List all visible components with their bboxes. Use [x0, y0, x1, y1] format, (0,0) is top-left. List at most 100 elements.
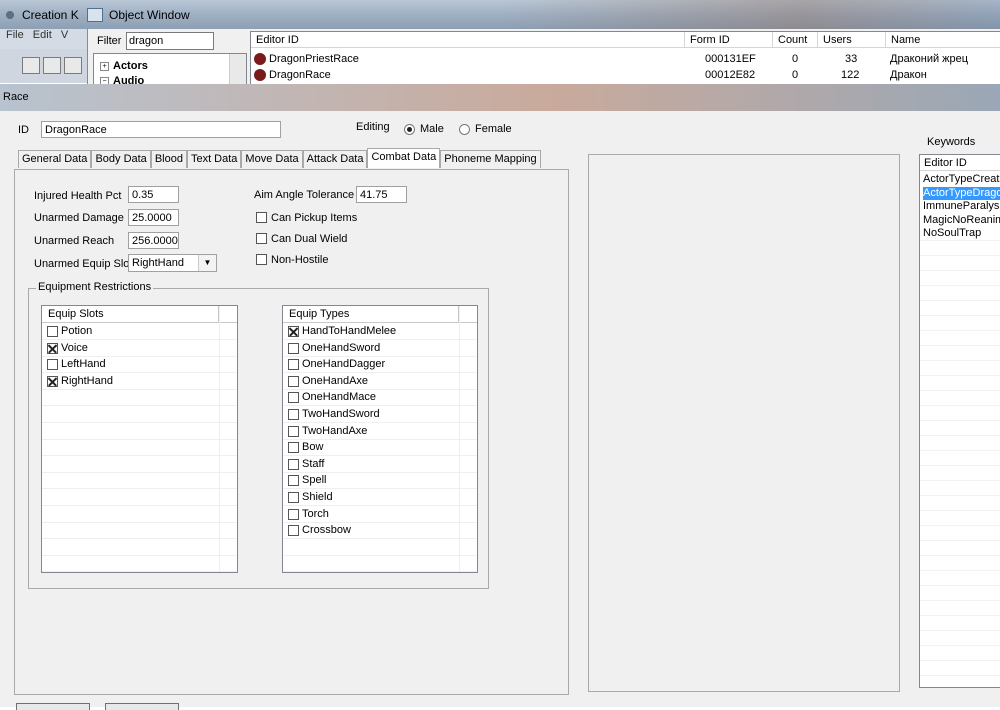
unarmed-equip-slot-select[interactable]: RightHand ▼ [128, 254, 217, 272]
column-users[interactable]: Users [818, 32, 886, 48]
list-item[interactable] [42, 522, 237, 540]
list-item[interactable] [42, 389, 237, 407]
non-hostile-checkbox[interactable] [256, 254, 267, 265]
list-item[interactable]: Staff [283, 456, 477, 473]
object-window-titlebar[interactable]: Object Window [87, 0, 1000, 29]
list-item[interactable]: Torch [283, 506, 477, 523]
keyword-item[interactable]: ActorTypeCreatu [923, 173, 1000, 186]
can-pickup-items-checkbox[interactable] [256, 212, 267, 223]
checkbox[interactable] [288, 326, 299, 337]
race-icon [254, 69, 266, 82]
menu-edit[interactable]: Edit [33, 29, 52, 41]
tab-move-data[interactable]: Move Data [241, 150, 303, 168]
checkbox[interactable] [288, 508, 299, 520]
list-item[interactable] [42, 489, 237, 506]
checkbox[interactable] [47, 375, 58, 387]
checkbox[interactable] [288, 475, 299, 487]
list-item[interactable] [42, 506, 237, 523]
menu-file[interactable]: File [6, 29, 24, 41]
column-count[interactable]: Count [773, 32, 818, 48]
checkbox[interactable] [288, 409, 299, 420]
checkbox[interactable] [288, 375, 299, 387]
list-item[interactable]: LeftHand [42, 356, 237, 374]
list-item[interactable]: OneHandDagger [283, 356, 477, 374]
column-name[interactable]: Name [886, 32, 1000, 48]
race-window-titlebar[interactable]: Race [0, 84, 1000, 111]
list-item[interactable] [42, 472, 237, 490]
tab-combat-data[interactable]: Combat Data [367, 148, 441, 168]
checkbox[interactable] [288, 392, 299, 404]
tab-general-data[interactable]: General Data [18, 150, 92, 168]
expand-icon[interactable]: + [100, 61, 109, 71]
tab-phoneme-mapping[interactable]: Phoneme Mapping [440, 150, 541, 168]
list-item[interactable]: Potion [42, 323, 237, 340]
chevron-down-icon[interactable]: ▼ [198, 255, 216, 271]
list-item[interactable]: Voice [42, 340, 237, 357]
tree-scrollbar[interactable] [229, 54, 246, 84]
equip-types-list[interactable]: Equip Types HandToHandMelee OneHandSword O… [282, 305, 478, 573]
keyword-item[interactable]: MagicNoReanim [923, 214, 1000, 227]
object-tree[interactable]: + Actors − Audio [93, 53, 247, 85]
list-item[interactable]: RightHand [42, 373, 237, 390]
keyword-item[interactable]: ImmuneParalysis [923, 200, 1000, 213]
list-item[interactable]: OneHandSword [283, 340, 477, 357]
checkbox[interactable] [288, 425, 299, 437]
female-radio[interactable] [459, 124, 470, 135]
tab-body-data[interactable]: Body Data [91, 150, 151, 168]
list-item[interactable]: TwoHandSword [283, 406, 477, 423]
list-item[interactable]: TwoHandAxe [283, 423, 477, 440]
menu-view[interactable]: V [61, 29, 68, 41]
keyword-item[interactable]: ActorTypeDrago [923, 186, 1000, 200]
checkbox[interactable] [47, 326, 58, 337]
checkbox[interactable] [47, 359, 58, 371]
properties-icon[interactable] [64, 57, 82, 74]
filter-input[interactable]: dragon [126, 32, 214, 50]
column-form-id[interactable]: Form ID [685, 32, 773, 48]
list-item[interactable] [283, 539, 477, 556]
aim-angle-tolerance-input[interactable]: 41.75 [356, 186, 407, 203]
injured-health-pct-input[interactable]: 0.35 [128, 186, 179, 203]
checkbox[interactable] [288, 525, 299, 537]
keywords-list[interactable]: Editor ID ActorTypeCreatu ActorTypeDrago I… [919, 154, 1000, 688]
list-item[interactable]: HandToHandMelee [283, 323, 477, 340]
id-input[interactable]: DragonRace [41, 121, 281, 138]
list-item[interactable] [42, 539, 237, 556]
tab-blood[interactable]: Blood [150, 150, 187, 168]
list-item[interactable]: Crossbow [283, 522, 477, 540]
equip-slots-header[interactable]: Equip Slots [42, 306, 219, 322]
male-radio[interactable] [404, 124, 415, 135]
column-editor-id[interactable]: Editor ID [251, 32, 685, 48]
list-item[interactable] [42, 439, 237, 457]
unarmed-damage-input[interactable]: 25.0000 [128, 209, 179, 226]
list-item[interactable]: Shield [283, 489, 477, 506]
checkbox[interactable] [288, 442, 299, 454]
list-item[interactable]: OneHandAxe [283, 373, 477, 390]
checkbox[interactable] [288, 492, 299, 503]
keywords-header[interactable]: Editor ID [920, 155, 1000, 171]
list-item[interactable]: OneHandMace [283, 389, 477, 407]
list-item[interactable] [42, 456, 237, 473]
checkbox[interactable] [288, 359, 299, 371]
checkbox[interactable] [288, 458, 299, 470]
row-divider [920, 270, 1000, 271]
checkbox[interactable] [47, 342, 58, 354]
tab-text-data[interactable]: Text Data [186, 150, 242, 168]
creation-kit-titlebar[interactable]: Creation K [2, 0, 86, 29]
unarmed-reach-input[interactable]: 256.0000 [128, 232, 179, 249]
equip-slots-list[interactable]: Equip Slots Potion Voice LeftHand RightHand [41, 305, 238, 573]
object-list[interactable]: Editor ID Form ID Count Users Name Drago… [250, 31, 1000, 86]
list-item[interactable] [42, 555, 237, 572]
tree-item-actors[interactable]: + Actors [100, 60, 148, 72]
save-icon[interactable] [43, 57, 61, 74]
open-folder-icon[interactable] [22, 57, 40, 74]
tab-attack-data[interactable]: Attack Data [302, 150, 368, 168]
list-item[interactable] [42, 423, 237, 440]
checkbox[interactable] [288, 342, 299, 354]
can-dual-wield-checkbox[interactable] [256, 233, 267, 244]
equip-types-header[interactable]: Equip Types [283, 306, 459, 322]
list-item[interactable]: Spell [283, 472, 477, 490]
list-item[interactable] [42, 406, 237, 423]
keyword-item[interactable]: NoSoulTrap [923, 227, 1000, 240]
list-item[interactable]: Bow [283, 439, 477, 457]
list-item[interactable] [283, 555, 477, 572]
